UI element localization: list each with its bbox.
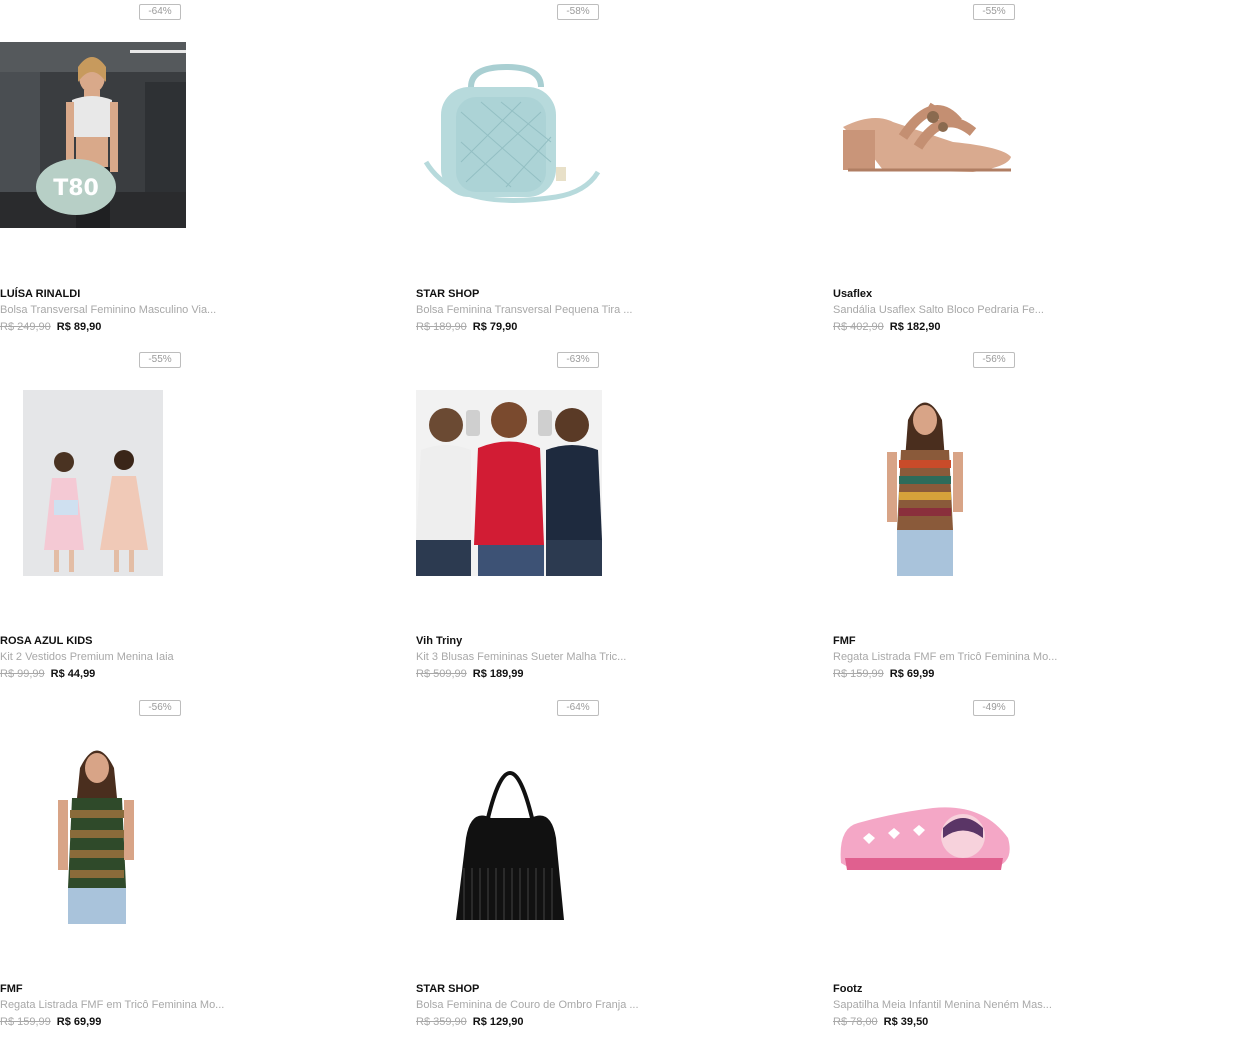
product-title[interactable]: Sandália Usaflex Salto Bloco Pedraria Fe… xyxy=(833,304,1044,316)
product-image[interactable] xyxy=(416,738,602,924)
product-card[interactable]: -56% FMF Regata Listrada FMF em Tricô Fe… xyxy=(0,696,400,1036)
current-price: R$ 69,99 xyxy=(56,1016,102,1028)
product-card[interactable]: -55% ROSA AZUL KIDS Kit 2 Vestidos Premi… xyxy=(0,348,400,688)
product-title[interactable]: Kit 2 Vestidos Premium Menina Iaia xyxy=(0,651,174,663)
discount-badge: -49% xyxy=(973,700,1015,716)
old-price: R$ 159,99 xyxy=(833,668,884,680)
current-price: R$ 44,99 xyxy=(50,668,96,680)
product-brand[interactable]: Usaflex xyxy=(833,288,872,300)
product-title[interactable]: Bolsa Transversal Feminino Masculino Via… xyxy=(0,304,216,316)
product-title[interactable]: Bolsa Feminina Transversal Pequena Tira … xyxy=(416,304,632,316)
product-card[interactable]: -58% STAR SHOP Bolsa Feminina Transversa… xyxy=(416,0,816,340)
product-card[interactable]: -64% T80 LUÍSA RINALDI Bolsa Transversal… xyxy=(0,0,400,340)
product-card[interactable]: -55% Usaflex Sandália Usaflex Salto Bloc… xyxy=(833,0,1233,340)
discount-badge: -55% xyxy=(139,352,181,368)
product-card[interactable]: -49% Footz Sapatilha Meia Infantil Menin… xyxy=(833,696,1233,1036)
discount-badge: -55% xyxy=(973,4,1015,20)
product-brand[interactable]: STAR SHOP xyxy=(416,983,479,995)
product-image[interactable] xyxy=(416,390,602,576)
product-brand[interactable]: FMF xyxy=(833,635,856,647)
old-price: R$ 99,99 xyxy=(0,668,45,680)
current-price: R$ 69,99 xyxy=(889,668,935,680)
discount-badge: -56% xyxy=(139,700,181,716)
product-title[interactable]: Regata Listrada FMF em Tricô Feminina Mo… xyxy=(0,999,224,1011)
discount-badge: -64% xyxy=(557,700,599,716)
current-price: R$ 189,99 xyxy=(472,668,524,680)
current-price: R$ 39,50 xyxy=(883,1016,929,1028)
price-row: R$ 249,90 R$ 89,90 xyxy=(0,321,101,333)
product-image[interactable] xyxy=(833,738,1019,924)
product-image[interactable] xyxy=(0,390,186,576)
old-price: R$ 189,90 xyxy=(416,321,467,333)
price-row: R$ 189,90 R$ 79,90 xyxy=(416,321,517,333)
price-row: R$ 402,90 R$ 182,90 xyxy=(833,321,941,333)
product-image[interactable] xyxy=(833,42,1019,228)
svg-text:T80: T80 xyxy=(53,176,99,201)
product-title[interactable]: Bolsa Feminina de Couro de Ombro Franja … xyxy=(416,999,639,1011)
product-title[interactable]: Kit 3 Blusas Femininas Sueter Malha Tric… xyxy=(416,651,626,663)
current-price: R$ 129,90 xyxy=(472,1016,524,1028)
old-price: R$ 78,00 xyxy=(833,1016,878,1028)
price-row: R$ 159,99 R$ 69,99 xyxy=(833,668,934,680)
price-row: R$ 509,99 R$ 189,99 xyxy=(416,668,524,680)
product-card[interactable]: -63% Vih Triny Kit 3 Blusas Femininas Su… xyxy=(416,348,816,688)
price-row: R$ 99,99 R$ 44,99 xyxy=(0,668,95,680)
product-grid: -64% T80 LUÍSA RINALDI Bolsa Transversal… xyxy=(0,0,1250,1043)
product-brand[interactable]: FMF xyxy=(0,983,23,995)
discount-badge: -58% xyxy=(557,4,599,20)
product-card[interactable]: -64% STAR SHOP Bolsa Feminina de Couro d… xyxy=(416,696,816,1036)
old-price: R$ 159,99 xyxy=(0,1016,51,1028)
discount-badge: -64% xyxy=(139,4,181,20)
current-price: R$ 182,90 xyxy=(889,321,941,333)
old-price: R$ 359,90 xyxy=(416,1016,467,1028)
price-row: R$ 159,99 R$ 69,99 xyxy=(0,1016,101,1028)
current-price: R$ 79,90 xyxy=(472,321,518,333)
product-image[interactable] xyxy=(833,390,1019,576)
current-price: R$ 89,90 xyxy=(56,321,102,333)
product-brand[interactable]: STAR SHOP xyxy=(416,288,479,300)
product-brand[interactable]: Vih Triny xyxy=(416,635,462,647)
product-title[interactable]: Sapatilha Meia Infantil Menina Neném Mas… xyxy=(833,999,1052,1011)
product-card[interactable]: -56% FMF Regata Listrada FMF em Tricô Fe… xyxy=(833,348,1233,688)
product-brand[interactable]: ROSA AZUL KIDS xyxy=(0,635,93,647)
product-brand[interactable]: LUÍSA RINALDI xyxy=(0,288,80,300)
price-row: R$ 359,90 R$ 129,90 xyxy=(416,1016,524,1028)
discount-badge: -63% xyxy=(557,352,599,368)
old-price: R$ 509,99 xyxy=(416,668,467,680)
old-price: R$ 402,90 xyxy=(833,321,884,333)
price-row: R$ 78,00 R$ 39,50 xyxy=(833,1016,928,1028)
product-brand[interactable]: Footz xyxy=(833,983,862,995)
product-image[interactable] xyxy=(0,738,186,924)
product-image[interactable] xyxy=(416,42,602,228)
product-image[interactable]: T80 xyxy=(0,42,186,228)
old-price: R$ 249,90 xyxy=(0,321,51,333)
discount-badge: -56% xyxy=(973,352,1015,368)
product-title[interactable]: Regata Listrada FMF em Tricô Feminina Mo… xyxy=(833,651,1057,663)
